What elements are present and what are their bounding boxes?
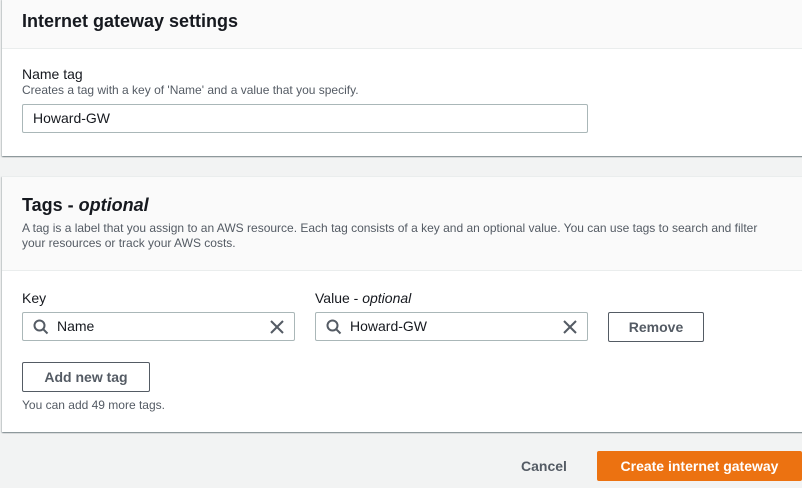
name-tag-description: Creates a tag with a key of 'Name' and a… <box>22 83 359 97</box>
close-icon[interactable] <box>563 319 577 334</box>
tag-value-label-text: Value - <box>315 290 363 306</box>
tag-key-input[interactable]: Name <box>22 312 295 341</box>
settings-panel-header: Internet gateway settings <box>2 0 802 49</box>
close-icon[interactable] <box>270 319 284 334</box>
add-new-tag-button[interactable]: Add new tag <box>22 362 150 392</box>
tags-remaining-hint: You can add 49 more tags. <box>22 398 165 412</box>
search-icon <box>326 319 342 335</box>
cancel-button[interactable]: Cancel <box>508 458 580 476</box>
create-internet-gateway-page: Internet gateway settings Name tag Creat… <box>0 0 802 488</box>
tags-title-text: Tags - <box>22 195 79 215</box>
tags-panel-title: Tags - optional <box>22 194 792 216</box>
tags-title-optional: optional <box>78 195 149 215</box>
tags-panel-header: Tags - optional A tag is a label that yo… <box>2 177 802 271</box>
tags-panel: Tags - optional A tag is a label that yo… <box>2 176 802 432</box>
tag-value-label: Value - optional <box>315 289 411 307</box>
tags-panel-description: A tag is a label that you assign to an A… <box>22 221 758 250</box>
create-internet-gateway-button[interactable]: Create internet gateway <box>597 451 802 481</box>
tag-key-value: Name <box>57 318 95 334</box>
tag-value-input[interactable]: Howard-GW <box>315 312 588 341</box>
name-tag-input[interactable]: Howard-GW <box>22 104 588 133</box>
search-icon <box>33 319 49 335</box>
tag-value-label-optional: optional <box>362 290 412 306</box>
settings-panel-title: Internet gateway settings <box>22 11 239 31</box>
settings-panel-body: Name tag Creates a tag with a key of 'Na… <box>2 49 802 133</box>
tag-value-value: Howard-GW <box>350 318 428 334</box>
name-tag-label: Name tag <box>22 66 83 82</box>
tag-key-label: Key <box>22 290 47 306</box>
remove-tag-button[interactable]: Remove <box>608 312 704 342</box>
internet-gateway-settings-panel: Internet gateway settings Name tag Creat… <box>2 0 802 156</box>
